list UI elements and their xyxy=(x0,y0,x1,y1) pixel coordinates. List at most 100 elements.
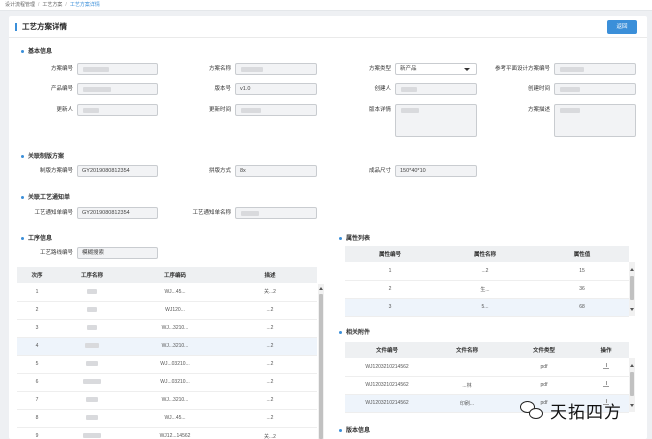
scroll-down-icon[interactable] xyxy=(630,404,634,407)
cell-code: WJ...03210... xyxy=(127,373,223,392)
label-plan-type: 方案类型 xyxy=(368,66,391,72)
table-row[interactable]: 1 ...2 15 xyxy=(345,262,629,281)
col-file-no: 文件编号 xyxy=(345,342,429,358)
table-row-selected[interactable]: 3 5... 68 xyxy=(345,298,629,317)
ref-plan-field[interactable] xyxy=(554,63,636,75)
scroll-down-icon[interactable] xyxy=(630,308,634,311)
scroll-thumb[interactable] xyxy=(630,276,634,300)
cell-attr-no: 1 xyxy=(345,262,435,281)
section-notice: 关联工艺通知单 xyxy=(21,192,70,201)
label-version-detail: 版本详情 xyxy=(368,107,391,113)
layout-field[interactable]: 8x xyxy=(235,165,317,177)
plan-no-field[interactable] xyxy=(77,63,158,75)
table-row[interactable]: 6 WJ...03210... ...2 xyxy=(17,373,317,392)
table-row[interactable]: WJ1203210214562 pdf xyxy=(345,358,629,377)
breadcrumb-current: 工艺方案详情 xyxy=(69,2,100,8)
cell-code: WJ12...14562 xyxy=(127,427,223,439)
table-row[interactable]: 2 生... 36 xyxy=(345,280,629,299)
breadcrumb: 设计流程管理 / 工艺方案 / 工艺方案详情 xyxy=(0,0,652,11)
section-dot-icon xyxy=(21,154,24,158)
label-plan-name: 方案名称 xyxy=(208,66,231,72)
process-table-header: 次序 工序名称 工序编码 描述 xyxy=(17,267,317,283)
plan-type-select[interactable]: 新产品 xyxy=(395,63,477,75)
download-icon[interactable] xyxy=(603,381,609,387)
attachment-scrollbar[interactable] xyxy=(629,358,635,412)
table-row-selected[interactable]: 4 WJ...3210... ...2 xyxy=(17,337,317,356)
attachment-table-header: 文件编号 文件名称 文件类型 操作 xyxy=(345,342,629,358)
table-row[interactable]: 8 WJ...45... ...2 xyxy=(17,409,317,428)
scroll-thumb[interactable] xyxy=(630,372,634,396)
table-row[interactable]: 2 WJ120... ...2 xyxy=(17,301,317,320)
size-field[interactable]: 150*40*10 xyxy=(395,165,477,177)
label-version: 版本号 xyxy=(214,86,231,92)
col-desc: 描述 xyxy=(223,267,317,283)
col-process-code: 工序编码 xyxy=(127,267,223,283)
cell-seq: 3 xyxy=(17,319,57,338)
redacted-text xyxy=(83,67,109,72)
table-row[interactable]: 5 WJ...03210... ...2 xyxy=(17,355,317,374)
section-dot-icon xyxy=(21,236,24,240)
section-attachments: 相关附件 xyxy=(339,327,370,336)
create-time-field[interactable] xyxy=(554,83,636,95)
updater-field[interactable] xyxy=(77,104,158,116)
scroll-up-icon[interactable] xyxy=(319,287,323,290)
table-row[interactable]: 9 WJ12...14562 关...2 xyxy=(17,427,317,439)
plan-name-field[interactable] xyxy=(235,63,317,75)
breadcrumb-item-2[interactable]: 工艺方案 xyxy=(42,2,62,8)
plan-desc-field[interactable] xyxy=(554,104,636,137)
table-row[interactable]: 3 WJ...3210... ...2 xyxy=(17,319,317,338)
version-field[interactable]: v1.0 xyxy=(235,83,317,95)
version-detail-field[interactable] xyxy=(395,104,477,137)
redacted-text xyxy=(560,108,580,113)
cell-name xyxy=(57,409,127,428)
breadcrumb-sep: / xyxy=(38,2,40,8)
redacted-text xyxy=(83,108,99,113)
table-row[interactable]: 7 WJ...3210... ...2 xyxy=(17,391,317,410)
attribute-table-header: 属性编号 属性名称 属性值 xyxy=(345,246,629,262)
cell-desc: ...2 xyxy=(223,409,317,428)
cell-desc: 关...2 xyxy=(223,283,317,302)
table-row[interactable]: WJ1203210214562 ...林 pdf xyxy=(345,376,629,395)
section-dot-icon xyxy=(339,330,342,334)
board-plan-no-field[interactable]: GY2019080812354 xyxy=(77,165,158,177)
label-plan-no: 方案编号 xyxy=(50,66,73,72)
download-icon[interactable] xyxy=(603,362,609,369)
section-basic-title: 基本信息 xyxy=(28,49,53,55)
label-board-plan-no: 制版方案编号 xyxy=(39,168,73,174)
back-button[interactable]: 返回 xyxy=(607,20,637,34)
table-row[interactable]: 1 WJ...45... 关...2 xyxy=(17,283,317,302)
scroll-thumb[interactable] xyxy=(319,294,323,439)
attribute-scrollbar[interactable] xyxy=(629,262,635,316)
section-basic: 基本信息 xyxy=(21,46,52,55)
section-attachments-title: 相关附件 xyxy=(346,330,371,336)
process-scrollbar[interactable] xyxy=(318,284,324,439)
breadcrumb-item-1[interactable]: 设计流程管理 xyxy=(5,2,35,8)
col-process-name: 工序名称 xyxy=(57,267,127,283)
label-update-time: 更新时间 xyxy=(208,107,231,113)
redacted-text xyxy=(560,87,580,92)
scroll-up-icon[interactable] xyxy=(630,364,634,367)
cell-actions xyxy=(583,376,629,395)
cell-attr-name: ...2 xyxy=(435,262,535,281)
scroll-up-icon[interactable] xyxy=(630,268,634,271)
cell-code: WJ...3210... xyxy=(127,391,223,410)
cell-code: WJ...3210... xyxy=(127,337,223,356)
creator-field[interactable] xyxy=(395,83,477,95)
cell-actions xyxy=(583,358,629,377)
cell-file-name: 印刷... xyxy=(429,394,505,413)
cell-attr-value: 15 xyxy=(535,262,629,281)
section-attributes: 属性列表 xyxy=(339,233,370,242)
update-time-field[interactable] xyxy=(235,104,317,116)
notice-name-field[interactable] xyxy=(235,207,317,219)
product-no-field[interactable] xyxy=(77,83,158,95)
notice-no-field[interactable]: GY2019080812354 xyxy=(77,207,158,219)
cell-code: WJ...45... xyxy=(127,283,223,302)
card-header: 工艺方案详情 返回 xyxy=(9,16,647,38)
section-board: 关联制版方案 xyxy=(21,151,64,160)
attribute-table: 属性编号 属性名称 属性值 1 ...2 15 2 生... 36 3 5... 68 xyxy=(345,246,629,317)
col-attr-no: 属性编号 xyxy=(345,246,435,262)
route-search-input[interactable]: 模糊搜索 xyxy=(77,247,158,259)
label-create-time: 创建时间 xyxy=(527,86,550,92)
cell-seq: 1 xyxy=(17,283,57,302)
cell-attr-name: 生... xyxy=(435,280,535,299)
